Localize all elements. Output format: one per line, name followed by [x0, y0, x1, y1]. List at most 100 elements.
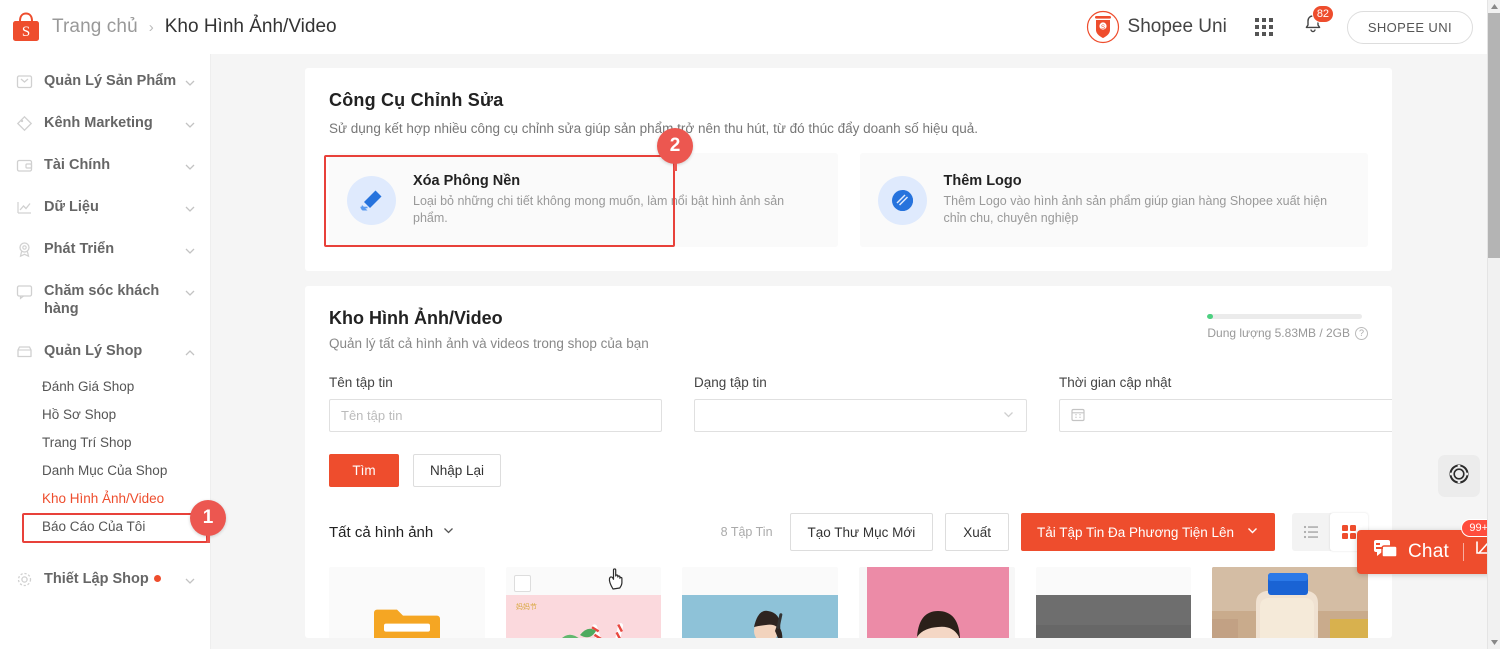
list-view-icon[interactable] [1292, 513, 1330, 551]
sidebar-item-data[interactable]: Dữ Liệu [0, 186, 210, 228]
chart-line-icon [16, 199, 33, 216]
header-actions: S Shopee Uni 82 SHOPEE UNI [1086, 5, 1487, 44]
chevron-down-icon [184, 202, 196, 214]
sidebar-item-my-reports[interactable]: Báo Cáo Của Tôi [0, 512, 210, 540]
filename-input[interactable]: Tên tập tin [329, 399, 662, 432]
sidebar-label: Tài Chính [44, 157, 111, 173]
sidebar-item-shop-settings[interactable]: Thiết Lập Shop [0, 558, 210, 600]
sidebar: Quản Lý Sản Phẩm Kênh Marketing Tài Chín… [0, 54, 211, 649]
step-marker-2: 2 [657, 128, 693, 171]
editing-tools-list: Xóa Phông Nền Loại bỏ những chi tiết khô… [329, 153, 1368, 247]
export-button[interactable]: Xuất [945, 513, 1009, 551]
stamp-icon [877, 175, 927, 225]
chevron-down-icon [184, 286, 196, 298]
storage-progress-bar [1207, 314, 1363, 319]
sidebar-label: Phát Triển [44, 241, 115, 257]
scrollbar-thumb[interactable] [1488, 13, 1500, 258]
apps-grid-icon[interactable] [1254, 18, 1273, 36]
calendar-icon [1071, 407, 1085, 425]
filter-label: Dạng tập tin [694, 375, 767, 390]
editing-tools-card: Công Cụ Chỉnh Sửa Sử dụng kết hợp nhiều … [305, 68, 1392, 271]
chat-widget-button[interactable]: Chat 99+ [1357, 519, 1500, 574]
library-toolbar: Tất cả hình ảnh 8 Tập Tin Tạo Thư Mục Mớ… [329, 513, 1368, 551]
breadcrumb-separator: › [148, 18, 154, 36]
chevron-down-icon [184, 244, 196, 256]
chat-label: Chat [1408, 541, 1449, 562]
forever-bottle-thumbnail[interactable]: FOREVER [1212, 567, 1369, 638]
watermelon-dessert-thumbnail[interactable]: 妈妈节 [505, 567, 662, 638]
tool-name: Thêm Logo [943, 173, 1022, 189]
upload-media-button[interactable]: Tải Tập Tin Đa Phương Tiện Lên [1020, 513, 1275, 551]
chevron-down-icon [184, 574, 196, 586]
all-images-dropdown[interactable]: Tất cả hình ảnh [329, 524, 455, 541]
sidebar-item-shop-categories[interactable]: Danh Mục Của Shop [0, 456, 210, 484]
chat-divider [1462, 543, 1464, 561]
scroll-down-arrow-icon[interactable] [1488, 636, 1500, 649]
editing-tools-title: Công Cụ Chỉnh Sửa [329, 90, 504, 110]
sidebar-item-shop-management[interactable]: Quản Lý Shop [0, 330, 210, 372]
media-library-title: Kho Hình Ảnh/Video [329, 308, 503, 328]
woman-pink-background-thumbnail[interactable] [859, 567, 1015, 638]
sidebar-label: Quản Lý Shop [44, 343, 143, 359]
filter-filetype: Dạng tập tin [694, 375, 1027, 432]
sidebar-item-marketing[interactable]: Kênh Marketing [0, 102, 210, 144]
folder-thumbnail[interactable] [329, 567, 485, 638]
filetype-select[interactable] [694, 399, 1027, 432]
settings-alert-dot-icon [153, 575, 161, 582]
brown-strip-thumbnail[interactable] [1035, 567, 1192, 638]
storage-indicator: Dung lượng 5.83MB / 2GB ? [1207, 308, 1368, 340]
sidebar-item-products[interactable]: Quản Lý Sản Phẩm [0, 60, 210, 102]
storage-label: Dung lượng 5.83MB / 2GB [1207, 326, 1350, 340]
sidebar-label: Quản Lý Sản Phẩm [44, 73, 177, 89]
filter-actions: Tìm Nhập Lại [329, 454, 1368, 487]
tool-name: Xóa Phông Nền [413, 173, 521, 189]
tool-remove-background[interactable]: Xóa Phông Nền Loại bỏ những chi tiết khô… [329, 153, 838, 247]
breadcrumb-home[interactable]: Trang chủ [52, 16, 138, 38]
svg-text:S: S [1101, 25, 1105, 31]
mouse-cursor [607, 565, 627, 596]
create-folder-button[interactable]: Tạo Thư Mục Mới [789, 513, 934, 551]
sidebar-item-finance[interactable]: Tài Chính [0, 144, 210, 186]
chevron-down-icon [184, 118, 196, 130]
sidebar-item-media-library[interactable]: Kho Hình Ảnh/Video [0, 484, 210, 512]
sidebar-item-shop-decoration[interactable]: Trang Trí Shop [0, 428, 210, 456]
support-ring-icon [1447, 462, 1471, 491]
sidebar-label: Dữ Liệu [44, 199, 99, 215]
filter-row: Tên tập tin Tên tập tin Dạng tập tin Thờ… [329, 375, 1392, 432]
shopee-uni-emblem-icon: S [1086, 10, 1120, 44]
product-box-icon [16, 73, 33, 90]
thumbnail-checkbox[interactable] [513, 575, 531, 592]
scroll-up-arrow-icon[interactable] [1488, 0, 1500, 13]
question-mark-icon[interactable]: ? [1355, 326, 1368, 340]
tool-add-logo[interactable]: Thêm Logo Thêm Logo vào hình ảnh sản phẩ… [859, 153, 1368, 247]
step-marker-1: 1 [190, 500, 226, 543]
chevron-down-icon [1246, 524, 1259, 540]
sidebar-item-shop-rating[interactable]: Đánh Giá Shop [0, 372, 210, 400]
tool-description: Thêm Logo vào hình ảnh sản phẩm giúp gia… [943, 194, 1328, 225]
thumbnail-grid: 妈妈节 [329, 567, 1369, 638]
filter-label: Tên tập tin [329, 375, 393, 390]
reset-button[interactable]: Nhập Lại [413, 454, 502, 487]
upload-media-label: Tải Tập Tin Đa Phương Tiện Lên [1036, 524, 1234, 540]
medal-icon [16, 241, 33, 258]
sidebar-label: Thiết Lập Shop [44, 571, 149, 587]
sidebar-item-shop-profile[interactable]: Hồ Sơ Shop [0, 400, 210, 428]
breadcrumb-current: Kho Hình Ảnh/Video [164, 16, 337, 37]
chevron-down-icon [184, 76, 196, 88]
page-scrollbar[interactable] [1487, 0, 1500, 649]
notification-count-badge: 82 [1311, 5, 1335, 23]
chevron-down-icon [184, 160, 196, 172]
all-images-label: Tất cả hình ảnh [329, 523, 434, 541]
sidebar-item-growth[interactable]: Phát Triển [0, 228, 210, 270]
folder-icon [372, 603, 442, 638]
sidebar-item-customer-care[interactable]: Chăm sóc khách hàng [0, 270, 210, 330]
support-widget-button[interactable] [1438, 455, 1480, 497]
updated-time-input[interactable] [1059, 399, 1392, 432]
search-button[interactable]: Tìm [329, 454, 399, 487]
chat-bubble-icon [1373, 539, 1398, 566]
account-pill-button[interactable]: SHOPEE UNI [1346, 10, 1473, 44]
woman-blue-dress-thumbnail[interactable] [682, 567, 839, 638]
notification-bell-icon[interactable]: 82 [1303, 5, 1335, 40]
shopee-logo-icon: S [12, 12, 40, 42]
filter-updated-time: Thời gian cập nhật [1059, 375, 1392, 432]
